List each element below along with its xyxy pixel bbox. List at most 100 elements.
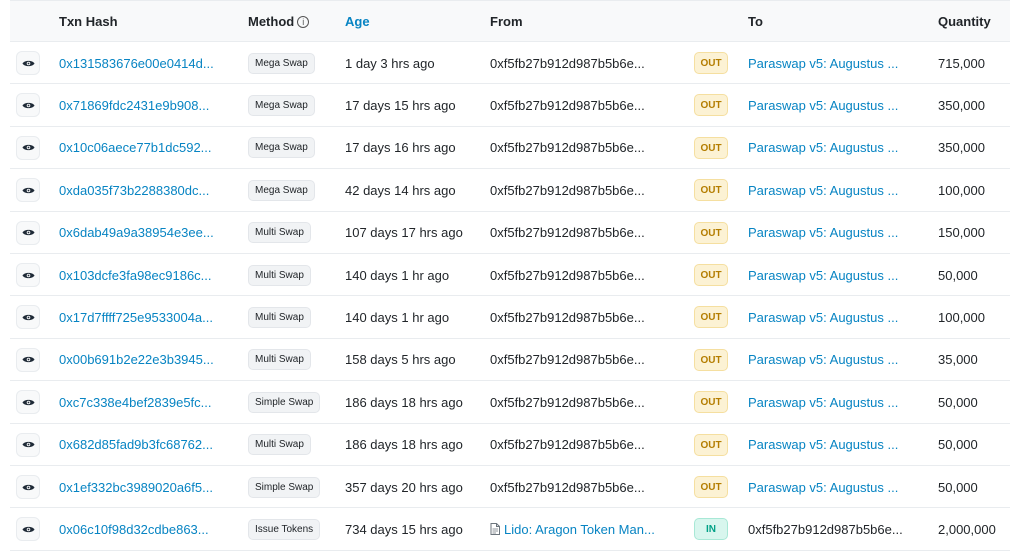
quantity-cell: 50,000 bbox=[938, 437, 978, 453]
to-address: 0xf5fb27b912d987b5b6e... bbox=[748, 521, 903, 537]
method-badge: Simple Swap bbox=[248, 391, 321, 413]
method-cell: Simple Swap bbox=[248, 381, 343, 423]
age-cell: 42 days 14 hrs ago bbox=[345, 182, 456, 198]
quantity-cell: 50,000 bbox=[938, 479, 978, 495]
eye-icon[interactable] bbox=[16, 51, 40, 75]
method-badge: Multi Swap bbox=[248, 264, 311, 286]
to-address[interactable]: Paraswap v5: Augustus ... bbox=[748, 254, 923, 296]
quantity-cell: 50,000 bbox=[938, 394, 978, 410]
direction-badge: OUT bbox=[694, 306, 728, 329]
method-cell: Issue Tokens bbox=[248, 508, 343, 550]
age-cell: 186 days 18 hrs ago bbox=[345, 437, 463, 453]
txn-hash-link[interactable]: 0x17d7ffff725e9533004a... bbox=[59, 296, 234, 338]
direction-cell: OUT bbox=[694, 84, 734, 126]
direction-cell: OUT bbox=[694, 339, 734, 381]
direction-badge: OUT bbox=[694, 476, 728, 498]
direction-badge: OUT bbox=[694, 179, 728, 202]
from-address: 0xf5fb27b912d987b5b6e... bbox=[490, 127, 680, 169]
table-row: 0xc7c338e4bef2839e5fc... Simple Swap 186… bbox=[10, 381, 1010, 424]
direction-cell: IN bbox=[694, 508, 734, 550]
method-cell: Mega Swap bbox=[248, 169, 343, 211]
direction-cell: OUT bbox=[694, 296, 734, 338]
txn-hash-link[interactable]: 0x71869fdc2431e9b908... bbox=[59, 84, 234, 126]
from-address: 0xf5fb27b912d987b5b6e... bbox=[490, 212, 680, 254]
table-row: 0x17d7ffff725e9533004a... Multi Swap 140… bbox=[10, 296, 1010, 339]
from-address-text: 0xf5fb27b912d987b5b6e... bbox=[490, 394, 645, 410]
header-method: Method i bbox=[248, 1, 310, 43]
to-address[interactable]: Paraswap v5: Augustus ... bbox=[748, 169, 923, 211]
to-address[interactable]: Paraswap v5: Augustus ... bbox=[748, 466, 923, 508]
quantity-cell: 100,000 bbox=[938, 182, 985, 198]
from-address-text: 0xf5fb27b912d987b5b6e... bbox=[490, 55, 645, 71]
direction-badge: OUT bbox=[694, 391, 728, 414]
document-icon bbox=[490, 523, 500, 536]
quantity-cell: 150,000 bbox=[938, 225, 985, 241]
method-badge: Mega Swap bbox=[248, 94, 315, 116]
header-age-sort[interactable]: Age bbox=[345, 1, 370, 43]
txn-hash-link[interactable]: 0x1ef332bc3989020a6f5... bbox=[59, 466, 234, 508]
to-address[interactable]: Paraswap v5: Augustus ... bbox=[748, 296, 923, 338]
header-txn-hash: Txn Hash bbox=[59, 14, 118, 29]
to-address[interactable]: Paraswap v5: Augustus ... bbox=[748, 84, 923, 126]
eye-icon[interactable] bbox=[16, 305, 40, 330]
eye-icon[interactable] bbox=[16, 220, 40, 245]
table-row: 0x131583676e00e0414d... Mega Swap 1 day … bbox=[10, 42, 1010, 85]
header-method-label: Method bbox=[248, 14, 295, 29]
age-cell: 186 days 18 hrs ago bbox=[345, 394, 463, 410]
eye-icon[interactable] bbox=[16, 517, 40, 542]
age-cell: 1 day 3 hrs ago bbox=[345, 55, 435, 71]
quantity-cell: 350,000 bbox=[938, 97, 985, 113]
txn-hash-link[interactable]: 0xda035f73b2288380dc... bbox=[59, 169, 234, 211]
age-cell: 357 days 20 hrs ago bbox=[345, 479, 463, 495]
from-address: 0xf5fb27b912d987b5b6e... bbox=[490, 381, 680, 423]
to-address[interactable]: Paraswap v5: Augustus ... bbox=[748, 127, 923, 169]
table-row: 0x06c10f98d32cdbe863... Issue Tokens 734… bbox=[10, 508, 1010, 551]
age-cell: 734 days 15 hrs ago bbox=[345, 521, 463, 537]
from-address-text: 0xf5fb27b912d987b5b6e... bbox=[490, 267, 645, 283]
txn-hash-link[interactable]: 0x00b691b2e22e3b3945... bbox=[59, 339, 234, 381]
table-row: 0x6dab49a9a38954e3ee... Multi Swap 107 d… bbox=[10, 212, 1010, 254]
eye-icon[interactable] bbox=[16, 390, 40, 415]
txn-hash-link[interactable]: 0x06c10f98d32cdbe863... bbox=[59, 508, 234, 550]
direction-cell: OUT bbox=[694, 381, 734, 423]
direction-badge: OUT bbox=[694, 94, 728, 117]
method-cell: Multi Swap bbox=[248, 296, 343, 338]
eye-icon[interactable] bbox=[16, 347, 40, 372]
to-address[interactable]: Paraswap v5: Augustus ... bbox=[748, 212, 923, 254]
from-address-text: Lido: Aragon Token Man... bbox=[504, 521, 655, 537]
eye-icon[interactable] bbox=[16, 135, 40, 160]
method-cell: Mega Swap bbox=[248, 42, 343, 84]
eye-icon[interactable] bbox=[16, 93, 40, 118]
age-cell: 158 days 5 hrs ago bbox=[345, 352, 456, 368]
to-address[interactable]: Paraswap v5: Augustus ... bbox=[748, 42, 923, 84]
method-cell: Multi Swap bbox=[248, 212, 343, 254]
eye-icon[interactable] bbox=[16, 475, 40, 499]
eye-icon[interactable] bbox=[16, 432, 40, 457]
txn-hash-link[interactable]: 0xc7c338e4bef2839e5fc... bbox=[59, 381, 234, 423]
table-row: 0xda035f73b2288380dc... Mega Swap 42 day… bbox=[10, 169, 1010, 212]
from-address[interactable]: Lido: Aragon Token Man... bbox=[490, 508, 680, 550]
age-cell: 140 days 1 hr ago bbox=[345, 309, 450, 325]
from-address-text: 0xf5fb27b912d987b5b6e... bbox=[490, 309, 645, 325]
eye-icon[interactable] bbox=[16, 263, 40, 287]
table-row: 0x103dcfe3fa98ec9186c... Multi Swap 140 … bbox=[10, 254, 1010, 297]
txn-hash-link[interactable]: 0x6dab49a9a38954e3ee... bbox=[59, 212, 234, 254]
quantity-cell: 2,000,000 bbox=[938, 521, 996, 537]
txn-hash-link[interactable]: 0x131583676e00e0414d... bbox=[59, 42, 234, 84]
method-badge: Multi Swap bbox=[248, 434, 311, 456]
from-address: 0xf5fb27b912d987b5b6e... bbox=[490, 296, 680, 338]
txn-hash-link[interactable]: 0x10c06aece77b1dc592... bbox=[59, 127, 234, 169]
to-address[interactable]: Paraswap v5: Augustus ... bbox=[748, 381, 923, 423]
txn-hash-link[interactable]: 0x682d85fad9b3fc68762... bbox=[59, 424, 234, 466]
from-address: 0xf5fb27b912d987b5b6e... bbox=[490, 42, 680, 84]
info-circle-icon[interactable]: i bbox=[297, 16, 310, 28]
to-address[interactable]: Paraswap v5: Augustus ... bbox=[748, 424, 923, 466]
table-row: 0x682d85fad9b3fc68762... Multi Swap 186 … bbox=[10, 424, 1010, 466]
header-from: From bbox=[490, 14, 523, 29]
from-address-text: 0xf5fb27b912d987b5b6e... bbox=[490, 182, 645, 198]
from-address-text: 0xf5fb27b912d987b5b6e... bbox=[490, 140, 645, 156]
eye-icon[interactable] bbox=[16, 178, 40, 203]
to-address[interactable]: Paraswap v5: Augustus ... bbox=[748, 339, 923, 381]
txn-hash-link[interactable]: 0x103dcfe3fa98ec9186c... bbox=[59, 254, 234, 296]
method-badge: Mega Swap bbox=[248, 179, 315, 201]
